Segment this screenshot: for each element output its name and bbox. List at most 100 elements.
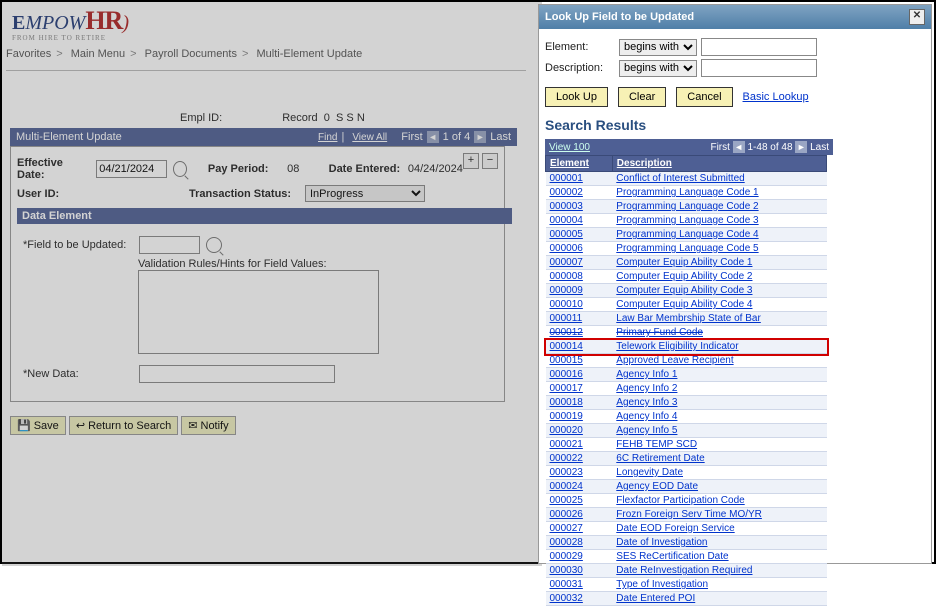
element-link[interactable]: 000025 [550,495,583,506]
prev-icon[interactable]: ◄ [427,131,439,143]
element-link[interactable]: 000016 [550,369,583,380]
description-link[interactable]: FEHB TEMP SCD [616,439,697,450]
element-link[interactable]: 000007 [550,257,583,268]
description-link[interactable]: Computer Equip Ability Code 4 [616,299,752,310]
pager-next-icon[interactable]: ► [795,141,807,153]
description-link[interactable]: Approved Leave Recipient [616,355,733,366]
element-link[interactable]: 000023 [550,467,583,478]
pager-prev-icon[interactable]: ◄ [733,141,745,153]
close-icon[interactable]: ✕ [909,9,925,25]
description-link[interactable]: Longevity Date [616,467,683,478]
description-link[interactable]: Programming Language Code 5 [616,243,758,254]
element-link[interactable]: 000011 [550,313,583,324]
element-link[interactable]: 000018 [550,397,583,408]
element-link[interactable]: 000015 [550,355,583,366]
field-lookup-icon[interactable] [206,237,222,253]
description-link[interactable]: Primary Fund Code [616,327,703,338]
description-op-select[interactable]: begins with [619,60,697,77]
crumb-payroll-documents[interactable]: Payroll Documents [145,48,237,60]
element-link[interactable]: 000010 [550,299,583,310]
element-link[interactable]: 000019 [550,411,583,422]
pager-first: First [710,142,729,153]
col-description[interactable]: Description [612,156,826,172]
description-link[interactable]: Agency Info 1 [616,369,677,380]
element-link[interactable]: 000002 [550,187,583,198]
cancel-button[interactable]: Cancel [676,87,732,107]
element-link[interactable]: 000014 [550,341,583,352]
element-link[interactable]: 000022 [550,453,583,464]
effective-date-input[interactable] [96,160,167,178]
description-input[interactable] [701,59,817,77]
description-link[interactable]: Computer Equip Ability Code 2 [616,271,752,282]
new-data-input[interactable] [139,365,335,383]
validation-rules-textarea[interactable] [138,270,379,354]
element-link[interactable]: 000024 [550,481,583,492]
view100-link[interactable]: View 100 [549,142,590,153]
description-link[interactable]: SES ReCertification Date [616,551,728,562]
element-input[interactable] [701,38,817,56]
description-link[interactable]: Agency EOD Date [616,481,698,492]
viewall-link[interactable]: View All [352,132,387,143]
element-link[interactable]: 000021 [550,439,583,450]
add-row-icon[interactable]: + [463,153,479,169]
col-element[interactable]: Element [546,156,613,172]
crumb-favorites[interactable]: Favorites [6,48,51,60]
description-link[interactable]: Computer Equip Ability Code 3 [616,285,752,296]
find-link[interactable]: Find [318,132,337,143]
element-link[interactable]: 000032 [550,593,583,604]
notify-button[interactable]: ✉Notify [181,416,235,435]
description-link[interactable]: Flexfactor Participation Code [616,495,744,506]
description-link[interactable]: Telework Eligibility Indicator [616,341,738,352]
pager-last: Last [810,142,829,153]
description-link[interactable]: Date ReInvestigation Required [616,565,752,576]
element-link[interactable]: 000028 [550,537,583,548]
element-link[interactable]: 000026 [550,509,583,520]
description-link[interactable]: Frozn Foreign Serv Time MO/YR [616,509,762,520]
description-link[interactable]: Law Bar Membrship State of Bar [616,313,761,324]
element-op-select[interactable]: begins with [619,39,697,56]
save-button[interactable]: 💾Save [10,416,66,435]
element-link[interactable]: 000006 [550,243,583,254]
crumb-multi-element-update[interactable]: Multi-Element Update [257,48,363,60]
description-link[interactable]: Type of Investigation [616,579,708,590]
element-link[interactable]: 000009 [550,285,583,296]
element-link[interactable]: 000017 [550,383,583,394]
element-link[interactable]: 000005 [550,229,583,240]
element-link[interactable]: 000029 [550,551,583,562]
description-link[interactable]: Programming Language Code 1 [616,187,758,198]
basic-lookup-link[interactable]: Basic Lookup [743,91,809,103]
description-link[interactable]: Agency Info 2 [616,383,677,394]
element-link[interactable]: 000027 [550,523,583,534]
element-link[interactable]: 000003 [550,201,583,212]
description-link[interactable]: Agency Info 5 [616,425,677,436]
description-link[interactable]: Date of Investigation [616,537,707,548]
transaction-status-select[interactable]: InProgress [305,185,425,202]
element-link[interactable]: 000012 [550,327,583,338]
element-link[interactable]: 000020 [550,425,583,436]
crumb-main-menu[interactable]: Main Menu [71,48,125,60]
description-link[interactable]: Programming Language Code 2 [616,201,758,212]
field-to-update-input[interactable] [139,236,200,254]
element-link[interactable]: 000030 [550,565,583,576]
clear-button[interactable]: Clear [618,87,666,107]
delete-row-icon[interactable]: − [482,153,498,169]
description-link[interactable]: Computer Equip Ability Code 1 [616,257,752,268]
lookup-button[interactable]: Look Up [545,87,608,107]
description-link[interactable]: 6C Retirement Date [616,453,704,464]
description-link[interactable]: Date EOD Foreign Service [616,523,734,534]
next-icon[interactable]: ► [474,131,486,143]
element-link[interactable]: 000004 [550,215,583,226]
description-link[interactable]: Date Entered POI [616,593,695,604]
element-link[interactable]: 000008 [550,271,583,282]
description-link[interactable]: Programming Language Code 4 [616,229,758,240]
date-lookup-icon[interactable] [173,161,187,177]
search-results-heading: Search Results [545,117,925,133]
description-link[interactable]: Programming Language Code 3 [616,215,758,226]
description-link[interactable]: Agency Info 4 [616,411,677,422]
element-link[interactable]: 000031 [550,579,583,590]
return-to-search-button[interactable]: ↩Return to Search [69,416,178,435]
element-link[interactable]: 000001 [550,173,583,184]
description-link[interactable]: Conflict of Interest Submitted [616,173,744,184]
table-row: 000022 6C Retirement Date [546,452,827,466]
description-link[interactable]: Agency Info 3 [616,397,677,408]
